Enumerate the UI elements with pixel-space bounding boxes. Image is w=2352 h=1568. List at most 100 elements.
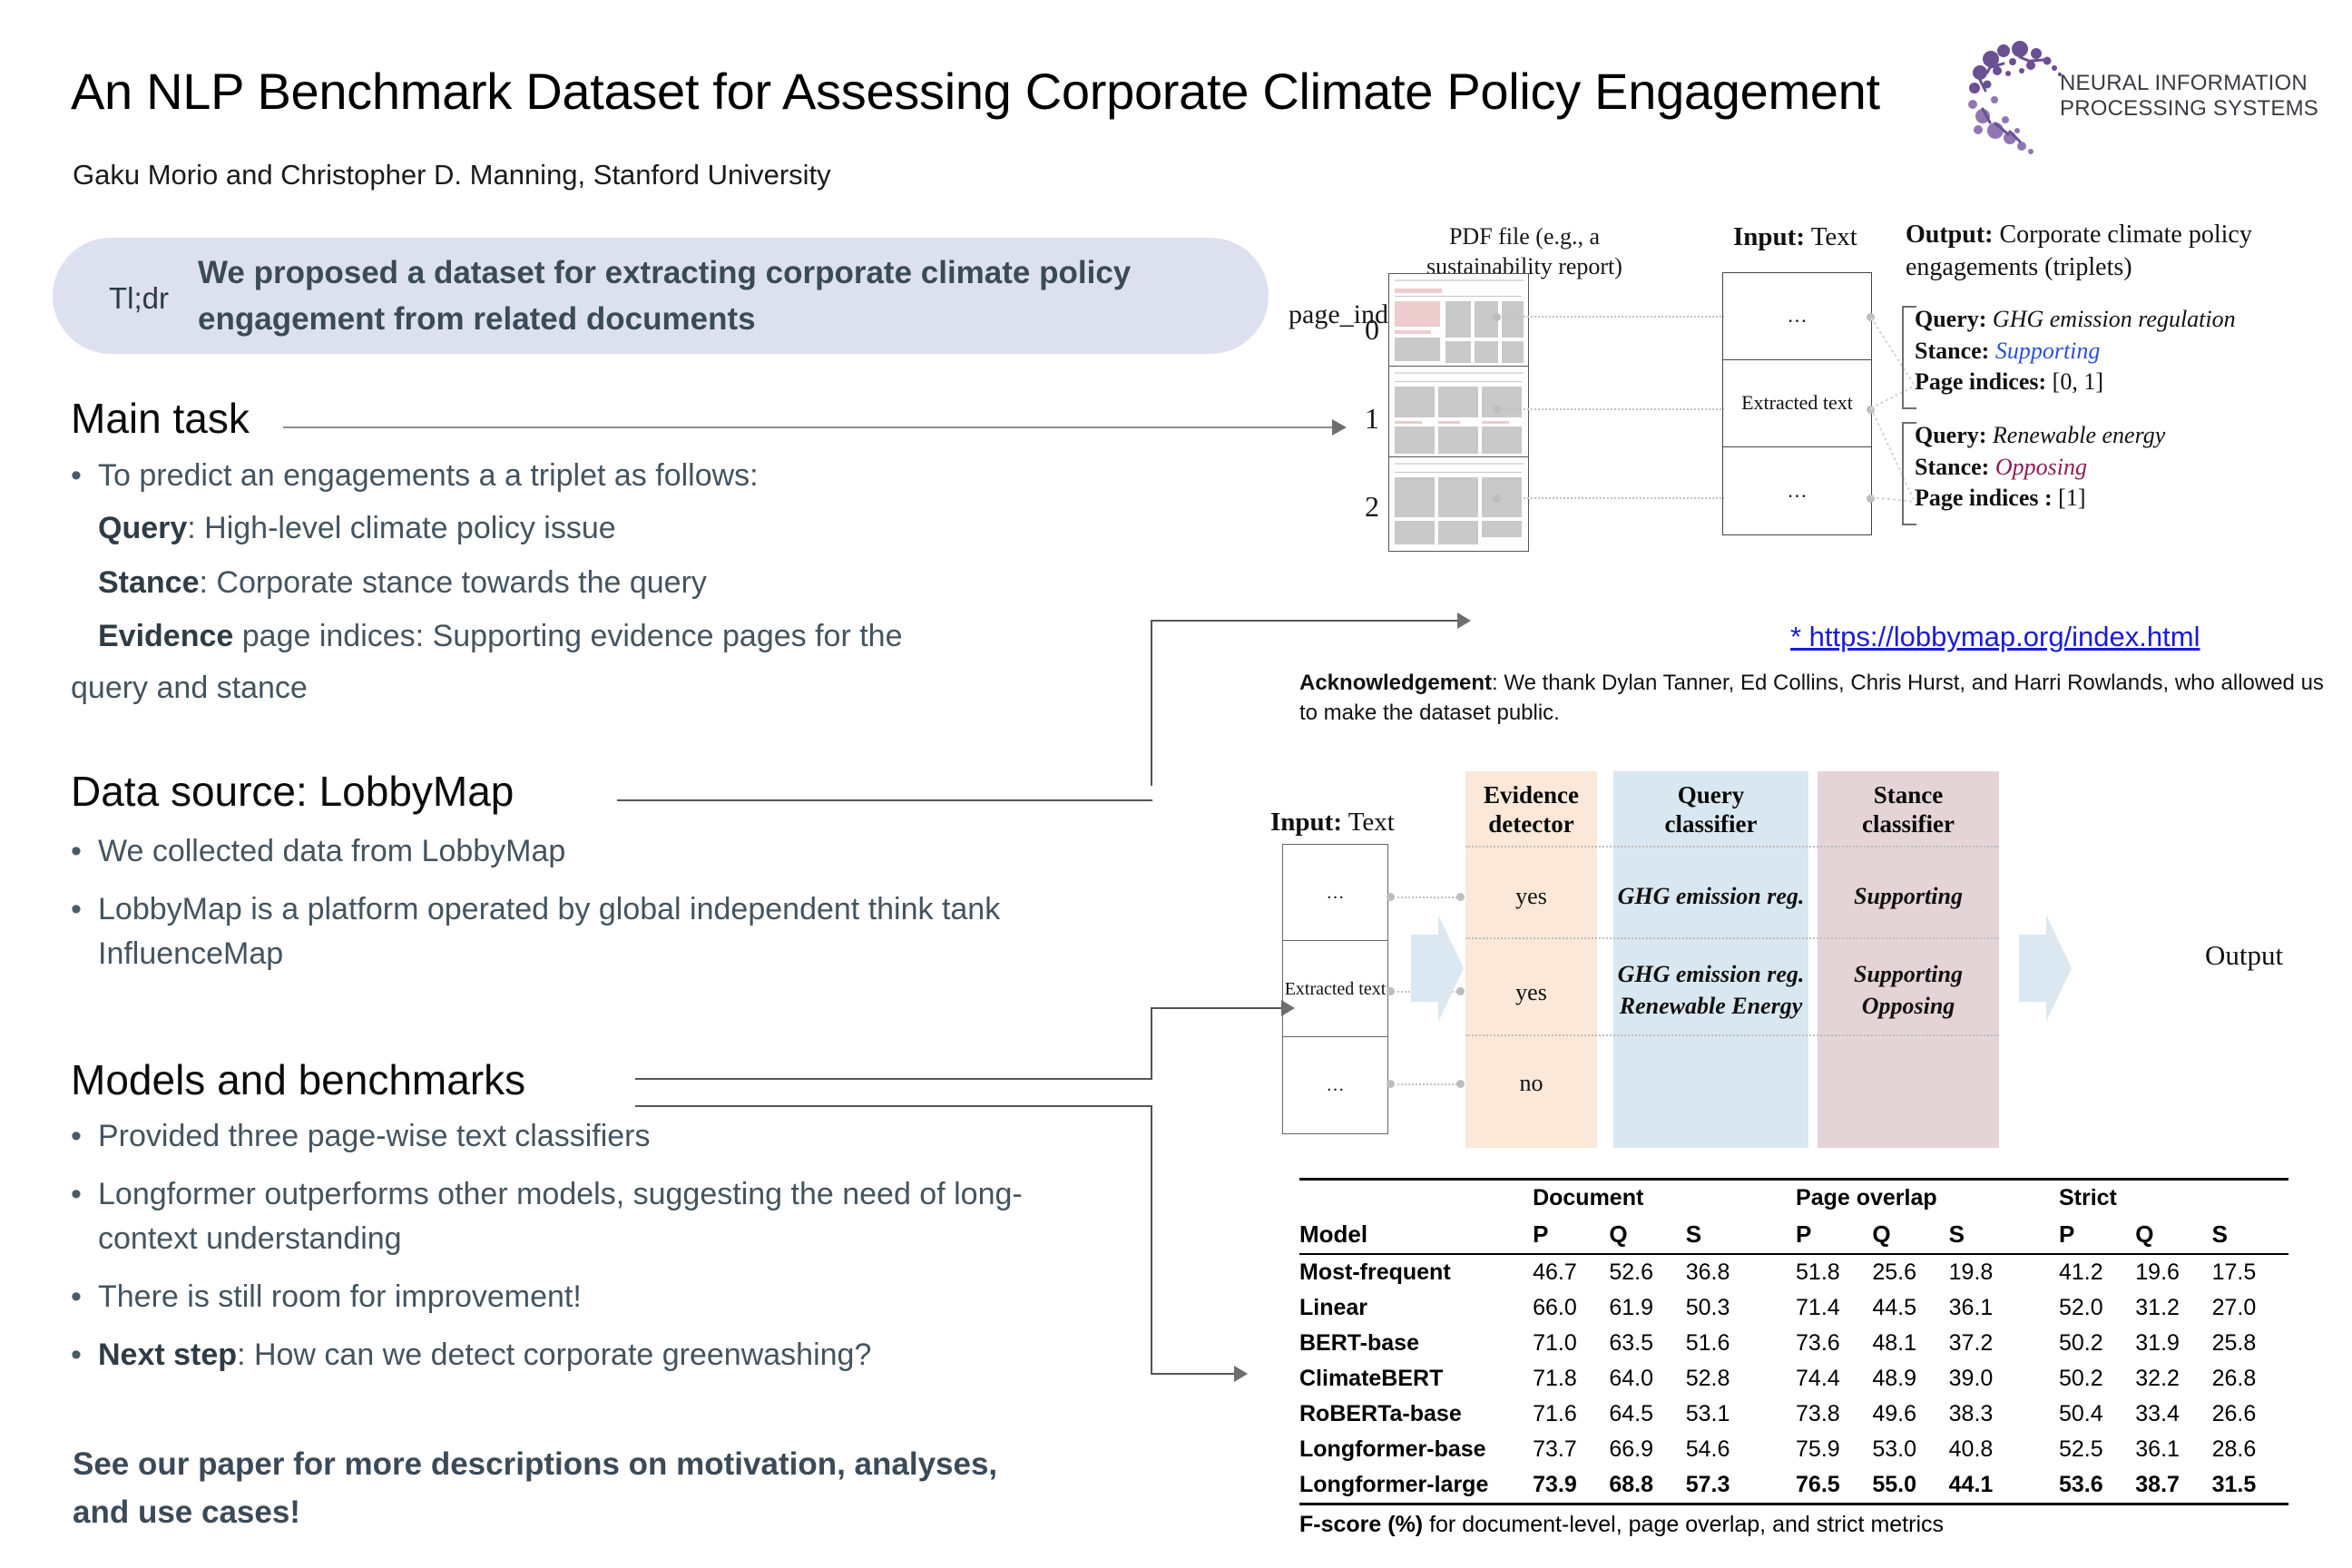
- bullet-icon: •: [71, 1338, 82, 1373]
- figure-task-overview: PDF file (e.g., a sustainability report)…: [1289, 220, 2323, 585]
- lobbymap-link[interactable]: * https://lobbymap.org/index.html: [1790, 621, 2200, 653]
- table-cell-model: Linear: [1299, 1295, 1368, 1320]
- column-header-st-q: Q: [2135, 1220, 2154, 1248]
- extracted-text-column: … Extracted text …: [1722, 272, 1872, 535]
- models-next-step-label: Next step: [98, 1338, 238, 1373]
- table-cell-value: 74.4: [1796, 1366, 1840, 1391]
- dotline-page-0: [1499, 316, 1724, 318]
- table-cell-value: 53.6: [2058, 1467, 2136, 1505]
- gap-cell-3: [1762, 1216, 1796, 1254]
- figure-model-pipeline: Input: Text … Extracted text … Evidence …: [1270, 771, 2341, 1152]
- list-item: • There is still room for improvement!: [71, 1275, 1142, 1318]
- table-cell-gap: [1762, 1290, 1796, 1326]
- connector-evidence-arrowhead: [1457, 612, 1471, 629]
- benchmark-table: Document Page overlap Strict Model P Q S…: [1299, 1178, 2288, 1505]
- triplet-card-1: Query: Renewable energy Stance: Opposing…: [1902, 420, 2341, 525]
- table-cell-value: 19.8: [1948, 1253, 2025, 1290]
- section-heading-data-source: Data source: LobbyMap: [71, 768, 514, 815]
- table-cell-gap: [1762, 1467, 1797, 1505]
- column-query-classifier-title: Query classifier: [1613, 780, 1808, 839]
- triplet-1-pages-value: [1]: [2058, 485, 2086, 512]
- table-cell-value: 57.3: [1685, 1467, 1762, 1505]
- gap-cell-4: [2025, 1216, 2059, 1254]
- table-cell-value: 27.0: [2211, 1295, 2257, 1320]
- table-cell-model: Longformer-base: [1299, 1436, 1486, 1462]
- figure2-text-cell-0: …: [1283, 845, 1387, 942]
- evidence-cell-1: yes: [1515, 979, 1547, 1005]
- main-task-body: • To predict an engagements a a triplet …: [71, 454, 1142, 710]
- list-item: • Longformer outperforms other models, s…: [71, 1172, 1142, 1260]
- table-cell-value: 61.9: [1609, 1295, 1654, 1320]
- table-cell-value: 37.2: [1948, 1330, 1994, 1356]
- connector-models-down-horizontal: [1151, 1373, 1240, 1375]
- table-cell-value: 71.4: [1796, 1295, 1840, 1320]
- pipeline-output-label: Output: [2205, 939, 2284, 971]
- figure2-input-value: Text: [1342, 808, 1395, 837]
- figure2-dotline-0: [1393, 897, 1461, 898]
- table-cell-value: 64.5: [1609, 1401, 1654, 1426]
- connector-data-source-line: [617, 799, 1152, 801]
- triplet-1-stance: Stance: Opposing: [1915, 452, 2341, 484]
- triplet-1-pages-label: Page indices :: [1915, 485, 2053, 512]
- table-row: ClimateBERT 71.8 64.0 52.8 74.4 48.9 39.0 50.2 3…: [1299, 1361, 2288, 1396]
- table-cell-value: 31.9: [2135, 1330, 2180, 1356]
- table-cell-value: 73.8: [1796, 1401, 1840, 1426]
- data-source-body: • We collected data from LobbyMap • Lobb…: [71, 824, 1142, 975]
- table-cell-value: 51.6: [1685, 1330, 1730, 1356]
- figure2-dot-2b: [1456, 1080, 1465, 1088]
- list-item: • To predict an engagements a a triplet …: [71, 454, 1142, 497]
- table-row: RoBERTa-base 71.6 64.5 53.1 73.8 49.6 38.3 50.4…: [1299, 1396, 2288, 1432]
- table-cell-value: 17.5: [2211, 1253, 2288, 1290]
- main-task-query-label: Query: [98, 511, 188, 546]
- table-cell-gap: [1762, 1432, 1796, 1467]
- table-row: Most-frequent 46.7 52.6 36.8 51.8 25.6 19.8 41.…: [1299, 1253, 2288, 1290]
- table-cell-value: 38.7: [2135, 1467, 2212, 1505]
- table-cell-value: 71.0: [1533, 1330, 1577, 1356]
- query-cell-0: GHG emission reg.: [1617, 883, 1805, 909]
- figure2-input-caption: Input: Text: [1270, 808, 1395, 838]
- column-stance-classifier: Stance classifier Supporting Supporting …: [1818, 771, 1999, 1148]
- models-body: • Provided three page-wise text classifi…: [71, 1109, 1142, 1377]
- query-cell-1a: GHG emission reg.: [1617, 961, 1805, 987]
- gap-cell-2: [2024, 1178, 2059, 1216]
- output-arrow-icon: [2019, 915, 2072, 1022]
- main-task-query-line: Query: High-level climate policy issue: [98, 506, 1142, 551]
- table-cell-value: 55.0: [1872, 1467, 1949, 1505]
- evidence-title-line1: Evidence: [1484, 781, 1579, 808]
- triplet-bracket-0: [1902, 306, 1916, 409]
- logo-line-2: PROCESSING SYSTEMS: [2060, 96, 2318, 122]
- triplet-0-stance-value: Supporting: [1994, 337, 2101, 364]
- query-title-line2: classifier: [1664, 810, 1758, 838]
- column-stance-classifier-title: Stance classifier: [1818, 780, 1999, 839]
- figure2-text-column: … Extracted text …: [1282, 844, 1388, 1134]
- table-cell-value: 76.5: [1796, 1467, 1873, 1505]
- table-cell-gap: [1762, 1361, 1796, 1396]
- connector-models-down-arrowhead: [1234, 1366, 1248, 1382]
- bullet-icon: •: [71, 892, 82, 927]
- closing-line-2: and use cases!: [73, 1494, 300, 1530]
- triplet-0-query-value: GHG emission regulation: [1992, 306, 2236, 332]
- table-cell-value: 48.1: [1872, 1330, 1916, 1356]
- table-cell-value: 50.2: [2058, 1330, 2103, 1356]
- column-header-model: Model: [1299, 1220, 1368, 1248]
- column-header-po-p: P: [1796, 1220, 1812, 1248]
- table-cell-value: 28.6: [2211, 1436, 2257, 1462]
- list-item: • We collected data from LobbyMap: [71, 829, 1142, 873]
- table-group-header-row: Document Page overlap Strict: [1299, 1178, 2288, 1216]
- figure2-dotline-2: [1393, 1083, 1461, 1085]
- table-cell-value: 73.9: [1533, 1467, 1610, 1505]
- figure1-output-label: Output:: [1906, 220, 1994, 249]
- triplet-1-stance-label: Stance:: [1915, 453, 1990, 480]
- table-cell-gap: [1762, 1253, 1797, 1290]
- closing-line-1: See our paper for more descriptions on m…: [73, 1446, 998, 1482]
- table-cell-value: 68.8: [1609, 1467, 1686, 1505]
- table-cell-model: RoBERTa-base: [1299, 1401, 1462, 1426]
- table-cell-value: 53.0: [1872, 1436, 1916, 1462]
- triplet-0-pages: Page indices: [0, 1]: [1915, 367, 2341, 398]
- table-cell-value: 40.8: [1948, 1436, 1994, 1462]
- acknowledgement-label: Acknowledgement: [1299, 671, 1493, 695]
- tldr-label: Tl;dr: [109, 281, 169, 315]
- column-evidence-detector-title: Evidence detector: [1465, 780, 1597, 839]
- stance-cell-1a: Supporting: [1854, 961, 1963, 987]
- main-task-stance-text: : Corporate stance towards the query: [199, 564, 707, 600]
